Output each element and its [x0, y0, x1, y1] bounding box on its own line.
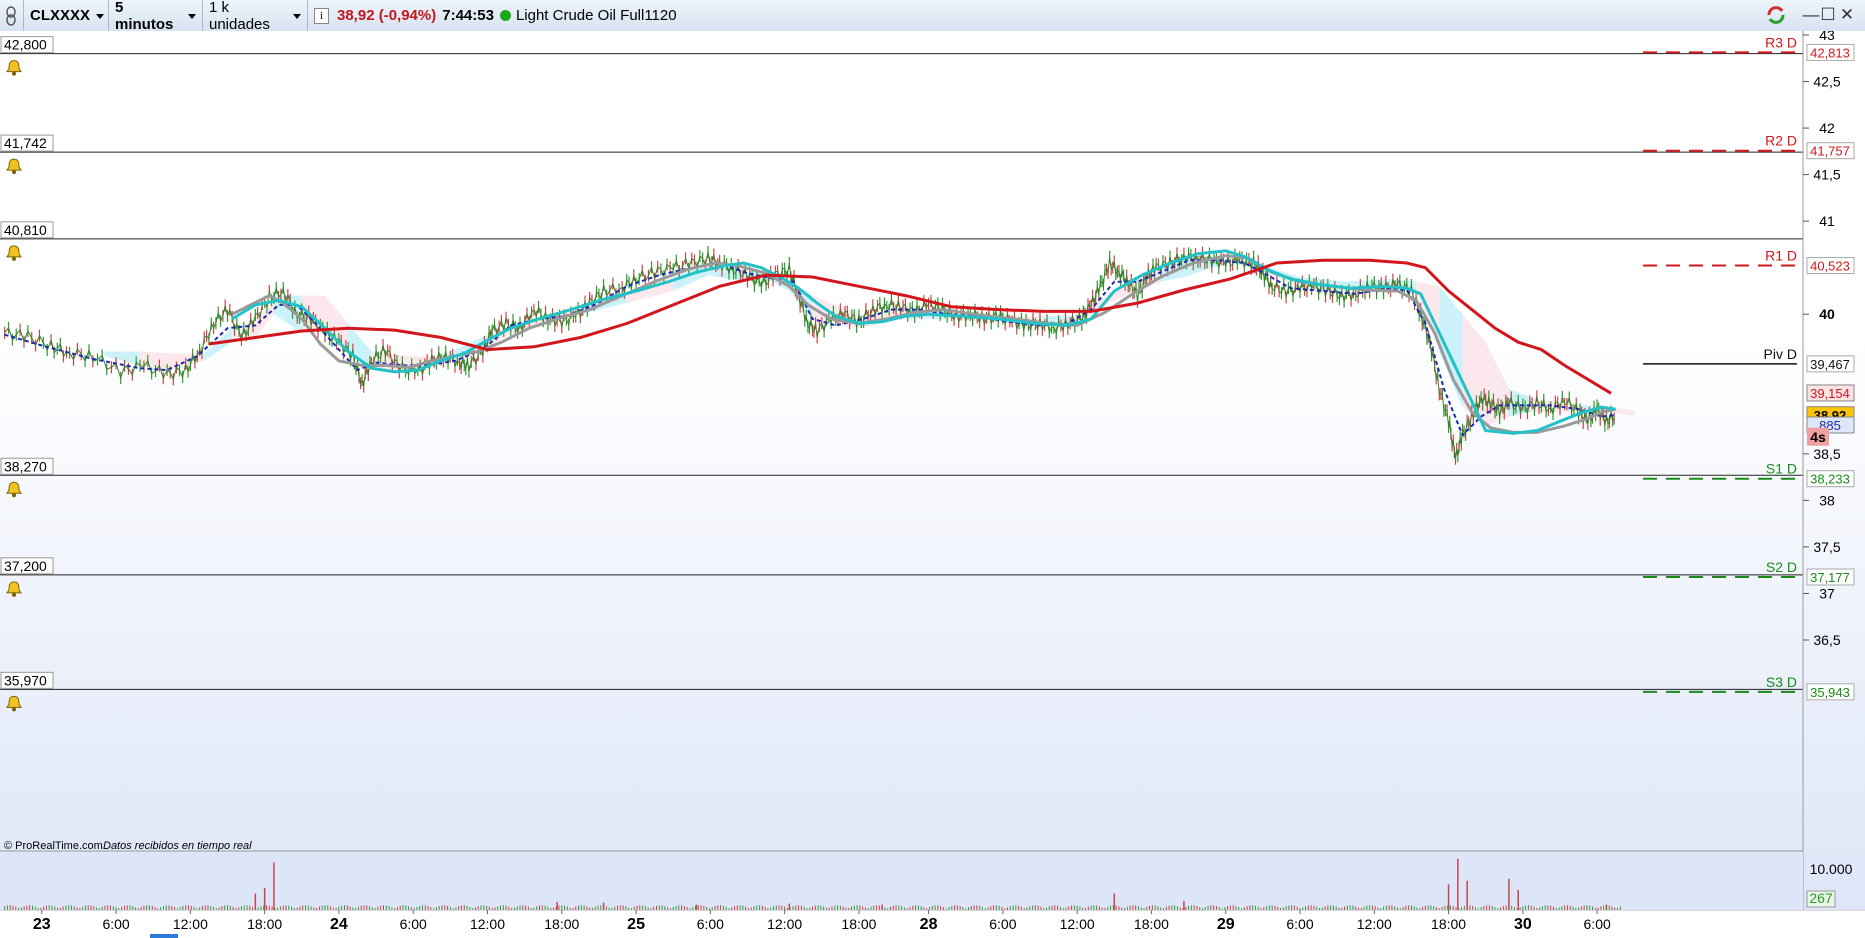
pivot-name: S1 D — [1766, 461, 1797, 477]
x-tick-label: 12:00 — [173, 916, 208, 932]
volume-label: 267 — [1809, 890, 1833, 906]
y-tick-label: 43 — [1819, 31, 1835, 43]
pivot-name: R1 D — [1765, 248, 1797, 264]
x-tick-label: 18:00 — [1431, 916, 1466, 932]
symbol-label: CLXXXX — [30, 7, 91, 24]
countdown-label: 4s — [1810, 429, 1826, 445]
pivot-value: 40,523 — [1810, 259, 1850, 274]
x-tick-label: 6:00 — [1584, 916, 1611, 932]
y-tick-label: 36,5 — [1813, 632, 1840, 648]
y-tick-label: 41,5 — [1813, 167, 1840, 183]
alert-label: 37,200 — [4, 558, 47, 574]
pivot-value: 35,943 — [1810, 685, 1850, 700]
x-tick-label: 6:00 — [400, 916, 427, 932]
units-selector[interactable]: 1 k unidades — [203, 0, 308, 33]
x-tick-label: 18:00 — [841, 916, 876, 932]
link-icon[interactable] — [0, 0, 24, 31]
alert-label: 41,742 — [4, 135, 47, 151]
volume-background — [0, 851, 1803, 910]
pivot-name: S2 D — [1766, 559, 1797, 575]
volume-label: 10.000 — [1810, 861, 1853, 877]
x-tick-label: 24 — [330, 916, 348, 933]
price-change: 38,92 (-0,94%) — [337, 7, 437, 24]
x-tick-label: 30 — [1514, 916, 1532, 933]
pivot-value: 42,813 — [1810, 45, 1850, 60]
x-tick-label: 18:00 — [247, 916, 282, 932]
instrument-name: Light Crude Oil Full1120 — [515, 7, 677, 24]
pivot-value: 39,467 — [1810, 357, 1850, 372]
symbol-selector[interactable]: CLXXXX — [24, 0, 109, 31]
pivot-value: 38,233 — [1810, 472, 1850, 487]
time-axis: 23 6:00 12:00 18:00 24 6:00 12:00 18:00 25 6:00 12… — [0, 910, 1865, 938]
y-tick-label: 38 — [1819, 492, 1835, 508]
x-tick-label: 6:00 — [102, 916, 129, 932]
x-tick-label: 6:00 — [989, 916, 1016, 932]
pivot-name: S3 D — [1766, 674, 1797, 690]
alert-label: 40,810 — [4, 222, 47, 238]
alert-label: 42,800 — [4, 37, 47, 53]
timeframe-selector[interactable]: 5 minutos — [109, 0, 203, 33]
x-tick-label: 25 — [627, 916, 645, 933]
x-tick-label: 6:00 — [697, 916, 724, 932]
y-tick-label: 40 — [1819, 306, 1835, 322]
watermark-note: Datos recibidos en tiempo real — [103, 840, 252, 852]
chart-background — [0, 31, 1865, 910]
watermark-brand: © ProRealTime.com — [4, 840, 103, 852]
y-tick-label: 38,5 — [1813, 446, 1840, 462]
volume-panel: 10.000 267 — [0, 850, 1853, 910]
refresh-icon[interactable] — [1765, 4, 1787, 26]
x-tick-label: 18:00 — [544, 916, 579, 932]
x-tick-label: 6:00 — [1286, 916, 1313, 932]
timeframe-label: 5 minutos — [115, 0, 174, 33]
y-tick-label: 42,5 — [1813, 74, 1840, 90]
info-icon[interactable]: i — [314, 7, 329, 24]
alert-label: 38,270 — [4, 458, 47, 474]
pivot-value: 37,177 — [1810, 570, 1850, 585]
status-dot-icon — [499, 10, 511, 21]
units-label: 1 k unidades — [209, 0, 270, 33]
pivot-name: R3 D — [1765, 34, 1797, 50]
price-marker-label: 39,154 — [1810, 386, 1850, 401]
y-tick-label: 37,5 — [1813, 539, 1840, 555]
x-tick-label: 12:00 — [470, 916, 505, 932]
scroll-indicator[interactable] — [150, 934, 178, 938]
y-tick-label: 37 — [1819, 585, 1835, 601]
pivot-value: 41,757 — [1810, 144, 1850, 159]
x-tick-label: 23 — [33, 916, 51, 933]
close-icon[interactable]: ✕ — [1836, 4, 1858, 26]
price-chart[interactable]: 42,800 41,742 40,810 38,270 37,200 35,970 R3 … — [0, 31, 1865, 910]
x-tick-label: 18:00 — [1134, 916, 1169, 932]
chain-link-icon — [6, 5, 16, 26]
y-tick-label: 42 — [1819, 120, 1835, 136]
x-tick-label: 28 — [920, 916, 938, 933]
quote-info: i 38,92 (-0,94%) 7:44:53 Light Crude Oil… — [308, 0, 708, 31]
x-tick-label: 12:00 — [1060, 916, 1095, 932]
clock-time: 7:44:53 — [442, 7, 494, 24]
toolbar: CLXXXX 5 minutos 1 k unidades i 38,92 (-… — [0, 0, 1865, 33]
x-tick-label: 29 — [1217, 916, 1235, 933]
pivot-name: R2 D — [1765, 133, 1797, 149]
pivot-name: Piv D — [1764, 346, 1797, 362]
x-tick-label: 12:00 — [1357, 916, 1392, 932]
x-tick-label: 12:00 — [767, 916, 802, 932]
alert-label: 35,970 — [4, 672, 47, 688]
y-tick-label: 41 — [1819, 213, 1835, 229]
